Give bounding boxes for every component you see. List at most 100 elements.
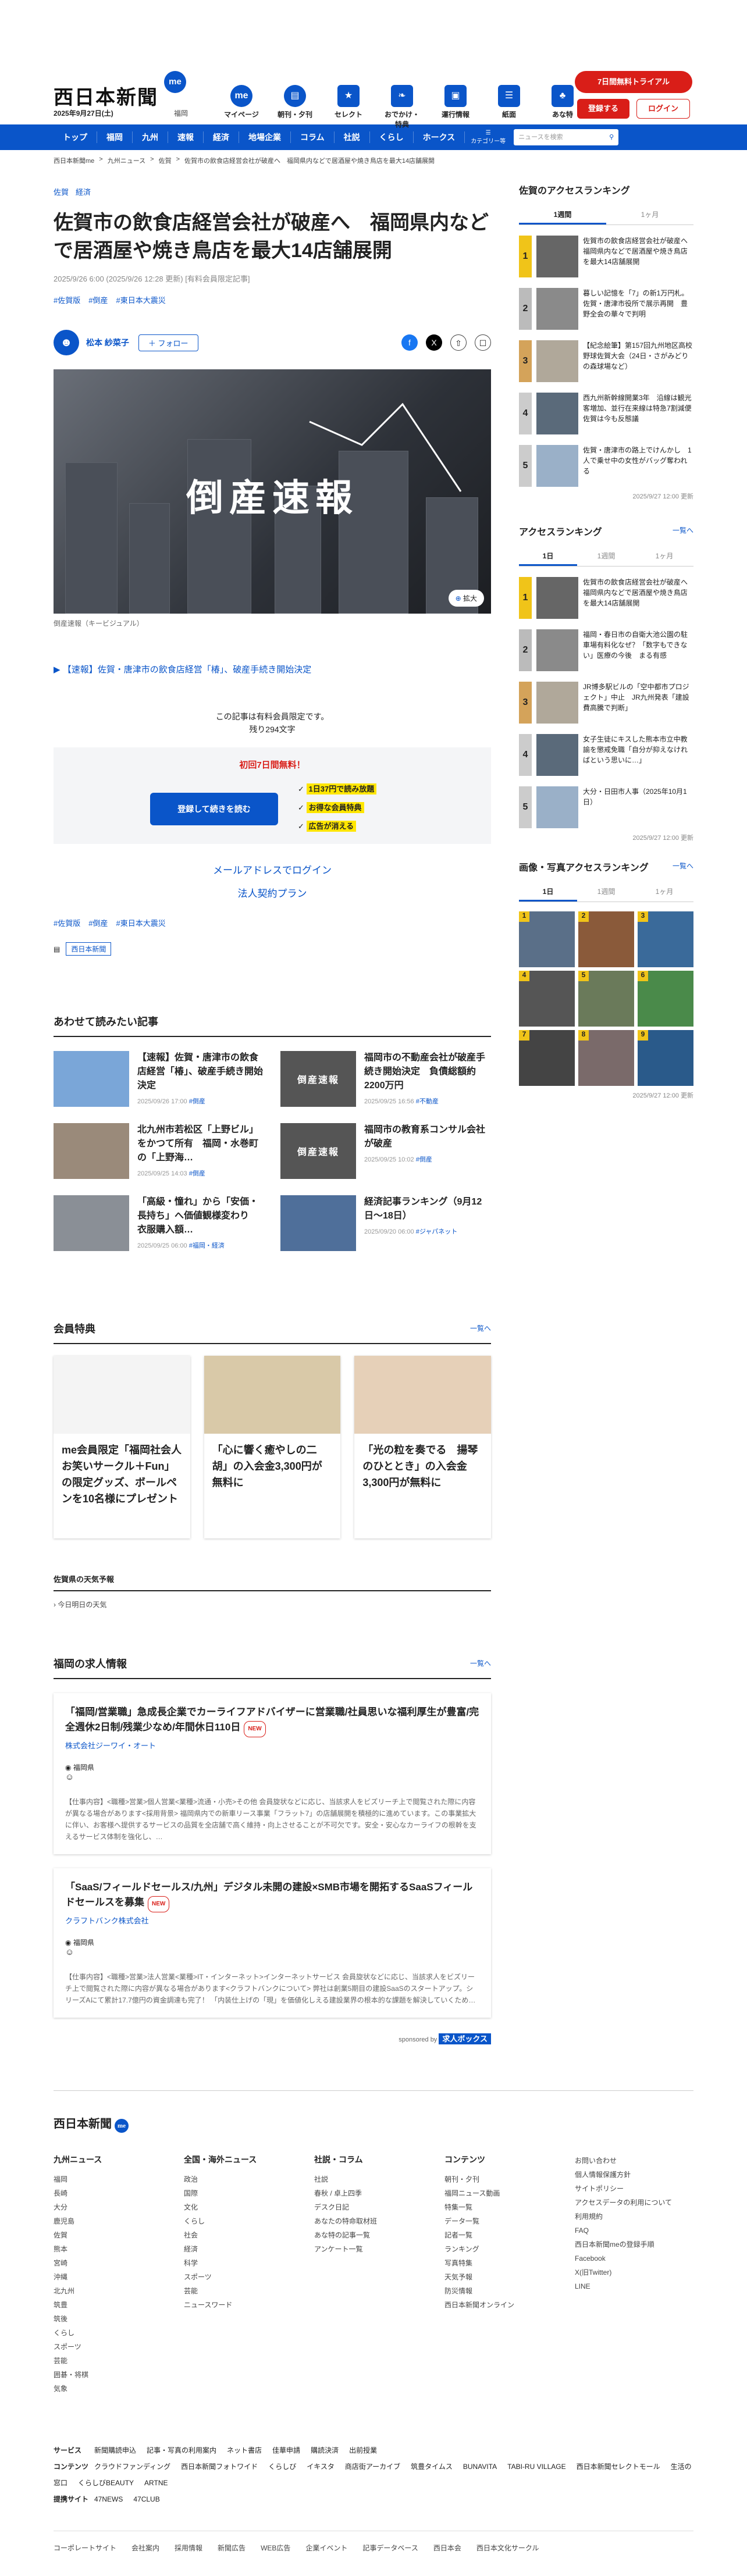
related-tag[interactable]: #不動産 (416, 1098, 439, 1105)
nav-item-0[interactable]: トップ (54, 131, 97, 143)
search-icon[interactable]: ⚲ (609, 129, 614, 145)
ranking-thumb[interactable] (536, 393, 578, 434)
ranking-title[interactable]: 暮しい記憶を「7」の新1万円札。佐賀・唐津市役所で展示再開 豊野全会の華々で判明 (583, 288, 693, 319)
header-area[interactable]: 福岡 (174, 108, 188, 118)
footer-link[interactable]: スポーツ (54, 2340, 172, 2354)
related-tag[interactable]: #倒産 (416, 1156, 432, 1163)
footer-link[interactable]: 芸能 (184, 2284, 303, 2298)
ranking-thumb[interactable] (536, 682, 578, 724)
footer-logo[interactable]: 西日本新聞 me (54, 2114, 693, 2133)
footer-service-link[interactable]: 購読決済 (311, 2446, 339, 2454)
related-thumb[interactable]: 倒産速報 (280, 1123, 356, 1179)
header-icon-0[interactable]: me マイページ (221, 85, 262, 129)
category-link[interactable]: 佐賀 (54, 186, 69, 197)
footer-service-link[interactable]: 佳華申請 (272, 2446, 300, 2454)
ranking-title[interactable]: 佐賀市の飲食店経営会社が破産へ 福岡県内などで居酒屋や焼き鳥店を最大14店舗展開 (583, 236, 695, 267)
footer-link[interactable]: 記者一覧 (444, 2228, 563, 2242)
tag-link[interactable]: #東日本大震災 (116, 294, 165, 305)
footer-link[interactable]: 佐賀 (54, 2228, 172, 2242)
access-ranking-more[interactable]: 一覧へ (673, 525, 693, 535)
ranking-item[interactable]: 4 西九州新幹線開業3年 沿線は観光客増加、並行在来線は特急7割減便 佐賀は今も反… (519, 393, 699, 434)
perk-card[interactable]: me会員限定「福岡社会人お笑いサークル＋Fun」の限定グッズ、ボールペンを10名… (54, 1356, 190, 1538)
nav-item-5[interactable]: 地場企業 (239, 131, 291, 143)
ranking-thumb[interactable] (536, 786, 578, 828)
footer-link[interactable]: 大分 (54, 2200, 172, 2214)
nav-item-6[interactable]: コラム (291, 131, 335, 143)
footer-service-link[interactable]: 出前授業 (349, 2446, 377, 2454)
related-article[interactable]: 北九州市若松区「上野ビル」をかつて所有 福岡・水巻町の「上野海… 2025/09/… (54, 1123, 264, 1179)
photo-ranking-more[interactable]: 一覧へ (673, 861, 693, 871)
ranking-thumb[interactable] (536, 340, 578, 382)
photo-thumb[interactable]: 1 (519, 911, 575, 967)
photo-thumb[interactable]: 6 (638, 971, 693, 1027)
zoom-button[interactable]: ⊕ 拡大 (448, 590, 484, 607)
footer-link[interactable]: 文化 (184, 2200, 303, 2214)
ranking-item[interactable]: 1 佐賀市の飲食店経営会社が破産へ 福岡県内などで居酒屋や焼き鳥店を最大14店舗展… (519, 236, 695, 277)
ranking-title[interactable]: 佐賀市の飲食店経営会社が破産へ 福岡県内などで居酒屋や焼き鳥店を最大14店舗展開 (583, 577, 695, 608)
footer-link[interactable]: データ一覧 (444, 2214, 563, 2228)
footer-link[interactable]: くらし (184, 2214, 303, 2228)
related-article[interactable]: 経済記事ランキング（9月12日〜18日） 2025/09/20 06:00 #ジャ… (280, 1195, 491, 1251)
hero-image[interactable]: 倒産速報 ⊕ 拡大 (54, 369, 491, 614)
facebook-share-icon[interactable]: f (401, 334, 418, 351)
photo-thumb[interactable]: 4 (519, 971, 575, 1027)
related-title[interactable]: 福岡市の不動産会社が破産手続き開始決定 負債総額約2200万円 (364, 1051, 491, 1093)
weather-sub[interactable]: › 今日明日の天気 (54, 1599, 491, 1609)
breadcrumb-item[interactable]: 九州ニュース (108, 156, 145, 165)
footer-link[interactable]: アンケート一覧 (314, 2242, 433, 2256)
footer-bottom-link[interactable]: 会社案内 (131, 2543, 159, 2553)
site-logo[interactable]: 西日本新聞 (54, 81, 158, 110)
footer-link[interactable]: 春秋 / 卓上四季 (314, 2186, 433, 2200)
related-thumb[interactable]: 倒産速報 (280, 1051, 356, 1107)
footer-link[interactable]: LINE (575, 2279, 693, 2293)
category-link[interactable]: 経済 (76, 186, 91, 197)
ranking-title[interactable]: 福岡・春日市の自衛大池公園の駐車場有料化なぜ？「数字もできない」医療の今後 まる… (583, 629, 693, 661)
related-link[interactable]: ▶ 【速報】佐賀・唐津市の飲食店経営「椿」、破産手続き開始決定 (54, 663, 491, 675)
footer-link[interactable]: 国際 (184, 2186, 303, 2200)
ranking-tab[interactable]: 1ヶ月 (606, 206, 693, 225)
register-button[interactable]: 登録する (577, 99, 629, 119)
footer-bottom-link[interactable]: 西日本文化サークル (476, 2543, 539, 2553)
perk-card[interactable]: 「心に響く癒やしの二胡」の入会金3,300円が無料に (204, 1356, 341, 1538)
nav-item-1[interactable]: 福岡 (97, 131, 133, 143)
ranking-item[interactable]: 3 【紀念絵筆】第157回九州地区高校野球佐賀大会（24日・さがみどりの森球場など… (519, 340, 693, 382)
ranking-thumb[interactable] (536, 734, 578, 776)
author-name[interactable]: 松本 紗菜子 (86, 337, 129, 348)
footer-link[interactable]: ニュースワード (184, 2298, 303, 2312)
footer-service-link[interactable]: ネット書店 (227, 2446, 262, 2454)
footer-service-link[interactable]: 記事・写真の利用案内 (147, 2446, 216, 2454)
breadcrumb-item[interactable]: 西日本新聞me (54, 156, 94, 165)
source-badge[interactable]: 西日本新聞 (66, 942, 112, 956)
header-icon-4[interactable]: ▣ 運行情報 (435, 85, 476, 129)
footer-bottom-link[interactable]: WEB広告 (261, 2543, 290, 2553)
job-title[interactable]: 「福岡/営業職」急成長企業でカーライフアドバイザーに営業職/社員思いな福利厚生が… (65, 1705, 479, 1737)
footer-service-link[interactable]: 西日本新聞セレクトモール (577, 2463, 660, 2471)
footer-link[interactable]: 個人情報保護方針 (575, 2168, 693, 2182)
ranking-item[interactable]: 5 大分・日田市人事（2025年10月1日） (519, 786, 693, 828)
related-tag[interactable]: #ジャパネット (416, 1228, 458, 1235)
job-title-text[interactable]: 「SaaS/フィールドセールス/九州」デジタル未開の建設×SMB市場を開拓するS… (65, 1882, 472, 1908)
header-icon-3[interactable]: ❧ おでかけ・特典 (382, 85, 422, 129)
ranking-thumb[interactable] (536, 577, 578, 619)
related-thumb[interactable] (280, 1195, 356, 1251)
job-title[interactable]: 「SaaS/フィールドセールス/九州」デジタル未開の建設×SMB市場を開拓するS… (65, 1880, 479, 1912)
footer-link[interactable]: 気象 (54, 2382, 172, 2396)
photo-thumb[interactable]: 2 (578, 911, 634, 967)
footer-service-link[interactable]: TABI-RU VILLAGE (507, 2463, 565, 2471)
ranking-tab[interactable]: 1日 (519, 883, 577, 902)
ranking-thumb[interactable] (536, 288, 578, 330)
footer-link[interactable]: FAQ (575, 2224, 693, 2237)
footer-bottom-link[interactable]: 記事データベース (362, 2543, 418, 2553)
bookmark-icon[interactable]: ☐ (475, 334, 491, 351)
read-more-button[interactable]: 登録して続きを読む (150, 793, 278, 825)
related-article[interactable]: 「高級・憧れ」から「安価・長持ち」へ価値観様変わり 衣服購入額… 2025/09/… (54, 1195, 264, 1251)
nav-item-4[interactable]: 経済 (204, 131, 239, 143)
related-title[interactable]: 経済記事ランキング（9月12日〜18日） (364, 1195, 491, 1223)
footer-link[interactable]: 囲碁・将棋 (54, 2368, 172, 2382)
job-card[interactable]: 「SaaS/フィールドセールス/九州」デジタル未開の建設×SMB市場を開拓するS… (54, 1868, 491, 2018)
ranking-item[interactable]: 2 福岡・春日市の自衛大池公園の駐車場有料化なぜ？「数字もできない」医療の今後 ま… (519, 629, 693, 671)
footer-link[interactable]: お問い合わせ (575, 2154, 693, 2168)
footer-service-link[interactable]: 新聞購読申込 (94, 2446, 136, 2454)
footer-link[interactable]: くらし (54, 2326, 172, 2340)
footer-link[interactable]: 北九州 (54, 2284, 172, 2298)
